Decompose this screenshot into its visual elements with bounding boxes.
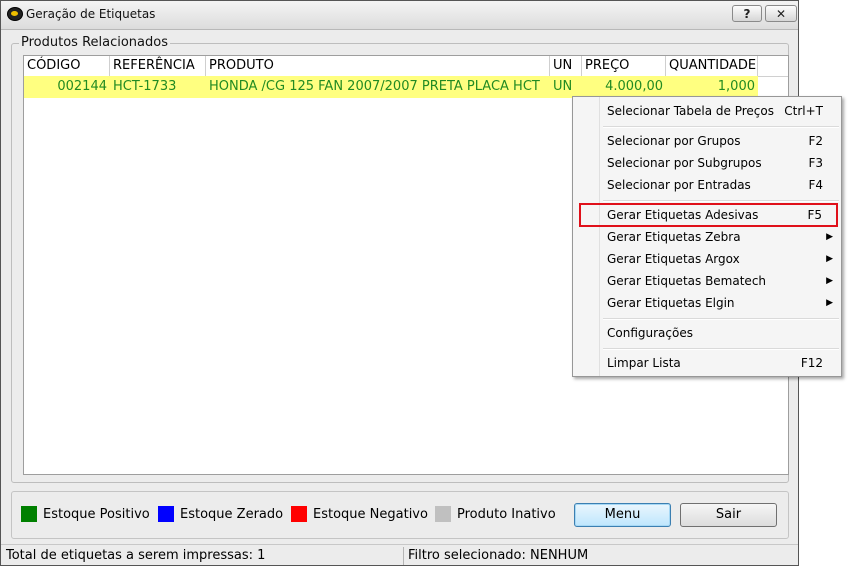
col-header-preco[interactable]: PREÇO bbox=[582, 56, 666, 76]
app-logo-icon bbox=[7, 7, 23, 21]
menu-item-limpar-lista[interactable]: Limpar Lista F12 bbox=[573, 352, 841, 374]
menu-item-selecionar-subgrupos[interactable]: Selecionar por Subgrupos F3 bbox=[573, 152, 841, 174]
menu-item-gerar-etiquetas-adesivas[interactable]: Gerar Etiquetas Adesivas F5 bbox=[579, 203, 838, 227]
menu-item-selecionar-grupos[interactable]: Selecionar por Grupos F2 bbox=[573, 130, 841, 152]
col-header-un[interactable]: UN bbox=[550, 56, 582, 76]
legend-label: Estoque Negativo bbox=[313, 507, 428, 522]
menu-item-label: Gerar Etiquetas Zebra bbox=[607, 230, 741, 244]
green-swatch bbox=[21, 506, 37, 522]
menu-item-label: Selecionar Tabela de Preços bbox=[607, 104, 774, 118]
legend-label: Produto Inativo bbox=[457, 507, 556, 522]
legend-estoque-zerado: Estoque Zerado bbox=[158, 506, 288, 524]
menu-item-label: Selecionar por Entradas bbox=[607, 178, 751, 192]
menu-separator bbox=[603, 200, 839, 202]
submenu-arrow-icon: ▶ bbox=[826, 232, 833, 242]
grid-header: CÓDIGO REFERÊNCIA PRODUTO UN PREÇO QUANT… bbox=[24, 56, 788, 77]
cell-produto: HONDA /CG 125 FAN 2007/2007 PRETA PLACA … bbox=[209, 79, 540, 94]
blue-swatch bbox=[158, 506, 174, 522]
menu-item-shortcut: F5 bbox=[807, 208, 822, 222]
legend-produto-inativo: Produto Inativo bbox=[435, 506, 565, 524]
cell-preco: 4.000,00 bbox=[605, 79, 663, 94]
legend-label: Estoque Zerado bbox=[180, 507, 284, 522]
menu-item-gerar-etiquetas-zebra[interactable]: Gerar Etiquetas Zebra ▶ bbox=[573, 226, 841, 248]
menu-item-selecionar-entradas[interactable]: Selecionar por Entradas F4 bbox=[573, 174, 841, 196]
menu-item-label: Selecionar por Subgrupos bbox=[607, 156, 762, 170]
gray-swatch bbox=[435, 506, 451, 522]
red-swatch bbox=[291, 506, 307, 522]
menu-item-label: Gerar Etiquetas Adesivas bbox=[607, 208, 759, 222]
exit-button[interactable]: Sair bbox=[680, 503, 777, 527]
window-title: Geração de Etiquetas bbox=[26, 7, 156, 21]
menu-item-gerar-etiquetas-argox[interactable]: Gerar Etiquetas Argox ▶ bbox=[573, 248, 841, 270]
menu-separator bbox=[603, 348, 839, 350]
legend-estoque-negativo: Estoque Negativo bbox=[291, 506, 431, 524]
menu-item-selecionar-tabela-precos[interactable]: Selecionar Tabela de Preços Ctrl+T bbox=[573, 100, 841, 122]
legend-label: Estoque Positivo bbox=[43, 507, 150, 522]
submenu-arrow-icon: ▶ bbox=[826, 276, 833, 286]
status-total: Total de etiquetas a serem impressas: 1 bbox=[6, 548, 266, 563]
menu-item-label: Configurações bbox=[607, 326, 693, 340]
status-filter: Filtro selecionado: NENHUM bbox=[408, 548, 589, 563]
cell-codigo: 002144 bbox=[57, 79, 107, 94]
cell-quantidade: 1,000 bbox=[717, 79, 755, 94]
submenu-arrow-icon: ▶ bbox=[826, 298, 833, 308]
status-bar: Total de etiquetas a serem impressas: 1 … bbox=[1, 544, 798, 565]
menu-item-label: Gerar Etiquetas Bematech bbox=[607, 274, 767, 288]
menu-item-label: Gerar Etiquetas Elgin bbox=[607, 296, 735, 310]
status-divider bbox=[403, 547, 404, 565]
group-label: Produtos Relacionados bbox=[19, 35, 170, 50]
title-bar: Geração de Etiquetas ? ✕ bbox=[1, 1, 798, 30]
menu-item-label: Gerar Etiquetas Argox bbox=[607, 252, 740, 266]
legend-estoque-positivo: Estoque Positivo bbox=[21, 506, 161, 524]
col-header-referencia[interactable]: REFERÊNCIA bbox=[110, 56, 206, 76]
col-header-codigo[interactable]: CÓDIGO bbox=[24, 56, 110, 76]
menu-item-shortcut: F2 bbox=[808, 134, 823, 148]
menu-separator bbox=[603, 126, 839, 128]
menu-item-shortcut: Ctrl+T bbox=[784, 104, 823, 118]
help-button[interactable]: ? bbox=[732, 5, 762, 22]
menu-separator bbox=[603, 318, 839, 320]
menu-item-gerar-etiquetas-bematech[interactable]: Gerar Etiquetas Bematech ▶ bbox=[573, 270, 841, 292]
submenu-arrow-icon: ▶ bbox=[826, 254, 833, 264]
col-header-quantidade[interactable]: QUANTIDADE bbox=[666, 56, 758, 76]
context-menu: Selecionar Tabela de Preços Ctrl+T Selec… bbox=[572, 96, 842, 377]
cell-un: UN bbox=[553, 79, 573, 94]
menu-item-shortcut: F12 bbox=[800, 356, 823, 370]
menu-item-gerar-etiquetas-elgin[interactable]: Gerar Etiquetas Elgin ▶ bbox=[573, 292, 841, 314]
menu-item-shortcut: F3 bbox=[808, 156, 823, 170]
menu-item-label: Limpar Lista bbox=[607, 356, 681, 370]
menu-item-configuracoes[interactable]: Configurações bbox=[573, 322, 841, 344]
menu-button[interactable]: Menu bbox=[574, 503, 671, 527]
close-button[interactable]: ✕ bbox=[765, 5, 797, 22]
menu-item-shortcut: F4 bbox=[808, 178, 823, 192]
table-row[interactable]: 002144 HCT-1733 HONDA /CG 125 FAN 2007/2… bbox=[24, 76, 758, 98]
col-header-produto[interactable]: PRODUTO bbox=[206, 56, 550, 76]
cell-referencia: HCT-1733 bbox=[113, 79, 177, 94]
menu-item-label: Selecionar por Grupos bbox=[607, 134, 741, 148]
